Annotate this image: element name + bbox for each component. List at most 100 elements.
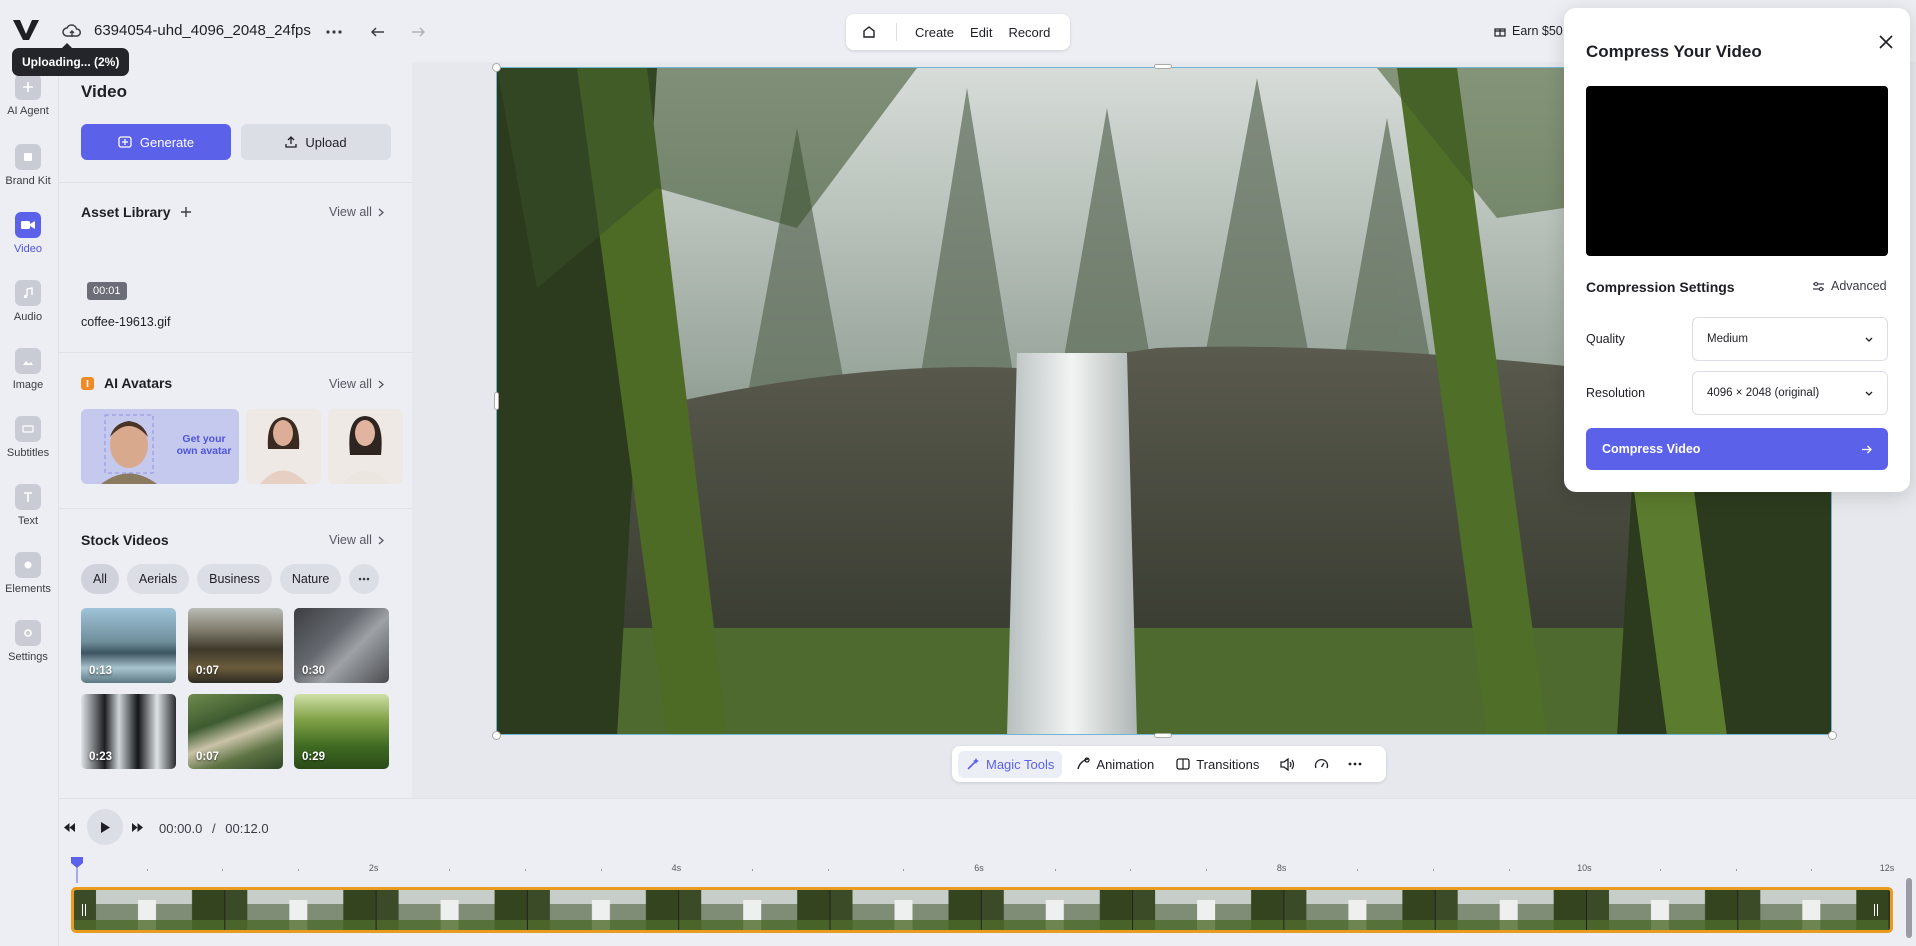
stock-video-thumb[interactable]: 0:07 — [188, 608, 283, 683]
filter-chip-aerials[interactable]: Aerials — [126, 564, 190, 594]
video-icon — [15, 212, 41, 238]
logo-icon[interactable] — [12, 18, 40, 42]
chevron-down-icon — [1865, 391, 1873, 396]
cloud-upload-icon[interactable] — [62, 22, 82, 42]
ruler-tick — [1811, 869, 1813, 871]
quality-select[interactable]: Medium — [1692, 317, 1888, 361]
ruler-label: 12s — [1879, 863, 1895, 873]
skip-back-icon[interactable] — [57, 815, 81, 839]
rail-item-audio[interactable]: Audio — [0, 280, 56, 323]
subtitles-icon — [15, 416, 41, 442]
ai-avatar-badge-icon — [81, 376, 94, 390]
redo-icon[interactable] — [404, 18, 432, 46]
stock-videos-view-all[interactable]: View all — [329, 533, 384, 547]
chevron-right-icon — [378, 536, 384, 544]
more-menu-icon[interactable] — [320, 18, 348, 46]
timeline-scrollbar[interactable] — [1906, 878, 1912, 938]
rail-item-video[interactable]: Video — [0, 212, 56, 255]
asset-item-name[interactable]: coffee-19613.gif — [81, 315, 170, 329]
filter-chip-business[interactable]: Business — [197, 564, 272, 594]
time-ruler[interactable]: 2s 4s 6s 8s 10s 12s — [71, 861, 1899, 877]
animation-button[interactable]: Animation — [1068, 751, 1162, 778]
thumb-duration: 0:13 — [89, 665, 113, 677]
stock-video-thumb[interactable]: 0:23 — [81, 694, 176, 769]
add-asset-icon[interactable] — [180, 206, 192, 218]
ai-avatars-view-all[interactable]: View all — [329, 377, 384, 391]
video-clip-track[interactable] — [71, 887, 1893, 933]
speed-icon[interactable] — [1307, 750, 1335, 778]
rail-item-subtitles[interactable]: Subtitles — [0, 416, 56, 459]
project-filename[interactable]: 6394054-uhd_4096_2048_24fps — [94, 22, 311, 39]
rail-item-brand-kit[interactable]: Brand Kit — [0, 144, 56, 187]
nav-divider — [896, 23, 897, 41]
avatar-card[interactable] — [328, 409, 403, 484]
nav-record[interactable]: Record — [1002, 19, 1056, 46]
chevron-right-icon — [378, 208, 384, 216]
more-options-icon[interactable] — [1341, 750, 1369, 778]
more-filters-icon[interactable] — [349, 564, 380, 594]
resize-handle[interactable] — [1154, 733, 1172, 738]
current-time: 00:00.0 — [159, 821, 203, 836]
clip-trim-handle-right[interactable] — [1874, 904, 1878, 916]
play-icon[interactable] — [87, 809, 123, 845]
thumb-duration: 0:07 — [196, 751, 220, 763]
ruler-tick — [752, 869, 753, 871]
rail-item-image[interactable]: Image — [0, 348, 56, 391]
nav-create[interactable]: Create — [909, 19, 960, 46]
rail-label: Audio — [13, 311, 43, 323]
upload-label: Upload — [305, 134, 347, 150]
rail-label: Subtitles — [6, 447, 50, 459]
ruler-label: 4s — [671, 863, 682, 873]
skip-forward-icon[interactable] — [125, 815, 149, 839]
ai-agent-icon — [15, 74, 41, 100]
image-icon — [15, 348, 41, 374]
rail-item-elements[interactable]: Elements — [0, 552, 56, 595]
chevron-down-icon — [1865, 337, 1873, 342]
filter-chip-nature[interactable]: Nature — [279, 564, 342, 594]
ruler-label: 10s — [1577, 863, 1592, 873]
ruler-tick — [1054, 869, 1056, 871]
compression-settings-title: Compression Settings — [1586, 279, 1735, 295]
get-your-avatar-card[interactable]: Get your own avatar — [81, 409, 239, 484]
music-note-icon — [15, 280, 41, 306]
resize-handle[interactable] — [1828, 731, 1837, 740]
generate-button[interactable]: Generate — [81, 124, 231, 160]
stock-video-thumb[interactable]: 0:30 — [294, 608, 389, 683]
rail-label: Video — [14, 243, 42, 255]
advanced-button[interactable]: Advanced — [1812, 279, 1887, 293]
ruler-tick — [222, 869, 224, 871]
ruler-label: 8s — [1276, 863, 1287, 873]
stock-video-thumb[interactable]: 0:07 — [188, 694, 283, 769]
rail-item-text[interactable]: Text — [0, 484, 56, 527]
filter-chip-all[interactable]: All — [81, 564, 119, 594]
playhead-marker[interactable] — [71, 857, 83, 883]
home-icon[interactable] — [854, 18, 884, 46]
upload-icon — [285, 136, 298, 148]
stock-video-thumb[interactable]: 0:29 — [294, 694, 389, 769]
resize-handle[interactable] — [492, 63, 501, 72]
undo-icon[interactable] — [364, 18, 392, 46]
compress-video-button[interactable]: Compress Video — [1586, 428, 1888, 470]
earn-link[interactable]: Earn $50 — [1494, 24, 1563, 38]
resize-handle[interactable] — [1154, 64, 1172, 69]
nav-edit[interactable]: Edit — [964, 19, 998, 46]
video-panel: Video Generate Upload Asset Library View… — [58, 62, 413, 798]
close-icon[interactable] — [1874, 30, 1898, 54]
thumb-duration: 0:29 — [302, 751, 326, 763]
stock-video-thumb[interactable]: 0:13 — [81, 608, 176, 683]
magic-tools-button[interactable]: Magic Tools — [958, 750, 1063, 778]
volume-icon[interactable] — [1273, 750, 1301, 778]
resolution-select[interactable]: 4096 × 2048 (original) — [1692, 371, 1888, 415]
asset-library-view-all[interactable]: View all — [329, 205, 384, 219]
upload-button[interactable]: Upload — [241, 124, 391, 160]
rail-item-settings[interactable]: Settings — [0, 620, 56, 663]
resize-handle[interactable] — [494, 392, 499, 410]
avatar-card[interactable] — [246, 409, 321, 484]
resize-handle[interactable] — [492, 731, 501, 740]
generate-label: Generate — [139, 134, 195, 150]
clip-trim-handle-left[interactable] — [82, 904, 86, 916]
rail-item-ai-agent[interactable]: AI Agent — [0, 74, 56, 117]
panel-title: Video — [81, 82, 127, 101]
rail-label: Elements — [5, 583, 51, 595]
transitions-button[interactable]: Transitions — [1168, 751, 1267, 778]
